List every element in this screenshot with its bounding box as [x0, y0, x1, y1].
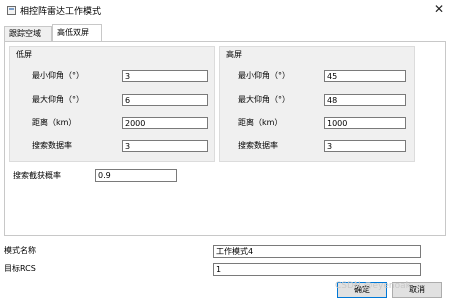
- target-rcs-input[interactable]: [213, 263, 421, 276]
- mode-name-label: 模式名称: [4, 246, 36, 255]
- low-distance-input[interactable]: [122, 117, 208, 129]
- low-max-elevation-label: 最大仰角（°）: [32, 95, 84, 104]
- tab-high-low-screen[interactable]: 高低双屏: [52, 24, 102, 41]
- high-min-elevation-label: 最小仰角（°）: [238, 71, 290, 80]
- window-title: 相控阵雷达工作模式: [20, 7, 102, 17]
- mode-name-input[interactable]: [213, 245, 421, 258]
- capture-probability-input[interactable]: [95, 169, 177, 182]
- high-max-elevation-label: 最大仰角（°）: [238, 95, 290, 104]
- low-search-rate-input[interactable]: [122, 140, 208, 152]
- target-rcs-label: 目标RCS: [4, 264, 36, 273]
- capture-probability-label: 搜索截获概率: [13, 171, 61, 180]
- low-screen-group: 低屏 最小仰角（°） 最大仰角（°） 距离（km） 搜索数据率: [9, 46, 215, 162]
- high-min-elevation-input[interactable]: [324, 70, 406, 82]
- tab-tracking-airspace[interactable]: 跟踪空域: [4, 26, 52, 41]
- high-search-rate-label: 搜索数据率: [238, 141, 278, 150]
- high-distance-label: 距离（km）: [238, 118, 283, 127]
- close-icon[interactable]: ✕: [434, 2, 444, 16]
- high-distance-input[interactable]: [324, 117, 406, 129]
- low-screen-title: 低屏: [16, 50, 32, 59]
- low-max-elevation-input[interactable]: [122, 94, 208, 106]
- high-search-rate-input[interactable]: [324, 140, 406, 152]
- low-distance-label: 距离（km）: [32, 118, 77, 127]
- tab-panel: 低屏 最小仰角（°） 最大仰角（°） 距离（km） 搜索数据率 高屏 最小仰角（…: [4, 41, 446, 236]
- high-screen-group: 高屏 最小仰角（°） 最大仰角（°） 距离（km） 搜索数据率: [219, 46, 415, 162]
- high-max-elevation-input[interactable]: [324, 94, 406, 106]
- title-bar: 相控阵雷达工作模式 ✕: [0, 0, 452, 22]
- app-window-icon: [7, 6, 16, 15]
- low-search-rate-label: 搜索数据率: [32, 141, 72, 150]
- low-min-elevation-label: 最小仰角（°）: [32, 71, 84, 80]
- high-screen-title: 高屏: [226, 50, 242, 59]
- watermark: CSDN @eyenoak: [335, 281, 411, 291]
- low-min-elevation-input[interactable]: [122, 70, 208, 82]
